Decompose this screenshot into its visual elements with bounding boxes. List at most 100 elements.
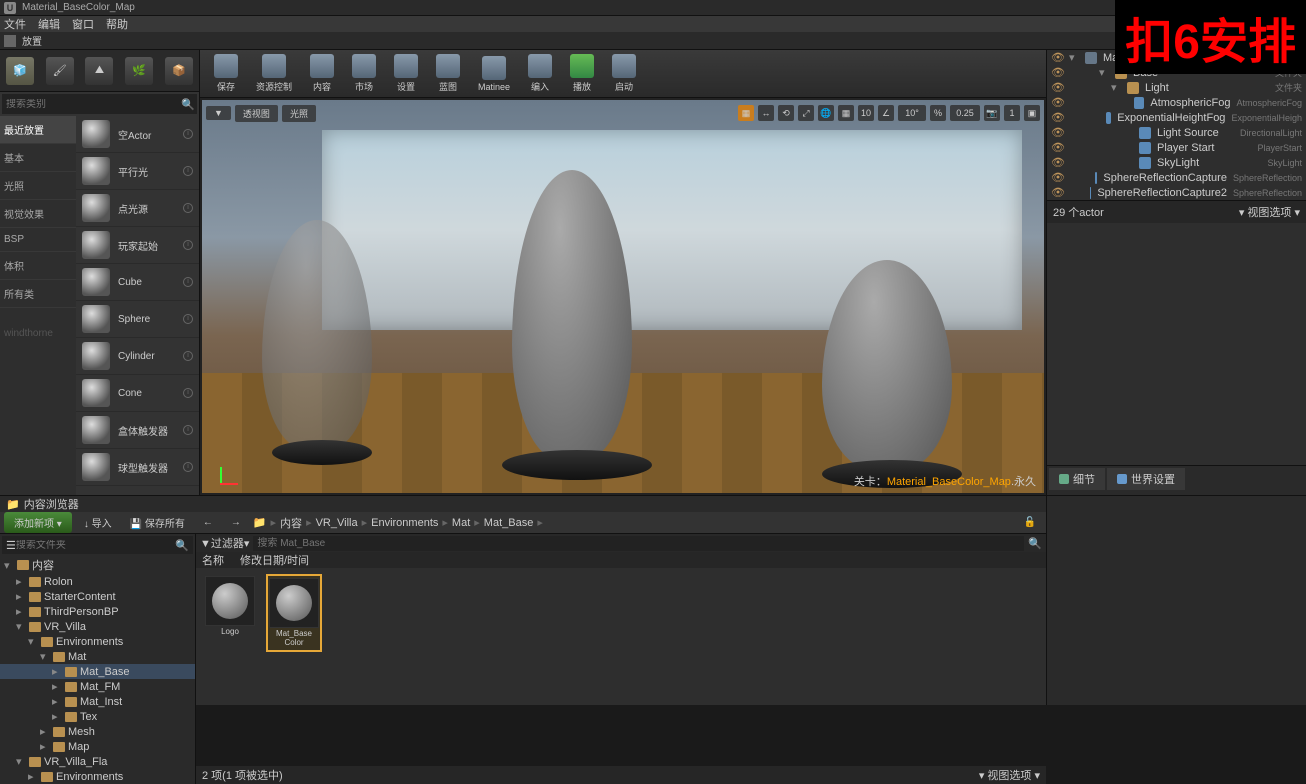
cb-forward-button[interactable]: →: [225, 514, 247, 531]
mode-place-icon[interactable]: 🧊: [6, 57, 34, 85]
tree-node[interactable]: ▸ThirdPersonBP: [0, 604, 195, 619]
cb-col-date[interactable]: 修改日期/时间: [240, 552, 309, 568]
asset-item[interactable]: Mat_Base Color: [266, 574, 322, 652]
cb-lock-icon[interactable]: 🔓: [1018, 514, 1042, 531]
crumb-item[interactable]: 内容: [280, 515, 302, 531]
vp-snap-angle-value[interactable]: 10°: [898, 105, 926, 121]
cat-volumes[interactable]: 体积: [0, 252, 76, 280]
menu-help[interactable]: 帮助: [106, 16, 128, 32]
cb-tab[interactable]: 📁 内容浏览器: [0, 496, 1046, 512]
cb-asset-search-input[interactable]: [253, 536, 1024, 551]
tree-node[interactable]: ▸Tex: [0, 709, 195, 724]
outliner-item[interactable]: 👁Light SourceDirectionalLight: [1047, 125, 1306, 140]
outliner-item[interactable]: 👁SphereReflectionCaptureSphereReflection: [1047, 170, 1306, 185]
toolbar-蓝图[interactable]: 蓝图: [428, 52, 468, 96]
tree-node[interactable]: ▸Mat_FM: [0, 679, 195, 694]
cb-tree-search-input[interactable]: [16, 540, 175, 551]
cb-col-name[interactable]: 名称: [202, 552, 224, 568]
tree-node[interactable]: ▸Rolon: [0, 574, 195, 589]
menu-edit[interactable]: 编辑: [38, 16, 60, 32]
info-icon[interactable]: i: [183, 351, 193, 361]
cat-visual[interactable]: 视觉效果: [0, 200, 76, 228]
tree-node[interactable]: ▸Mat_Base: [0, 664, 195, 679]
cat-basic[interactable]: 基本: [0, 144, 76, 172]
cb-add-button[interactable]: 添加新项 ▾: [4, 512, 72, 533]
visibility-icon[interactable]: 👁: [1051, 141, 1063, 154]
crumb-item[interactable]: VR_Villa: [316, 517, 358, 529]
place-mode-icon[interactable]: [4, 35, 16, 47]
place-item[interactable]: 空Actori: [76, 116, 199, 153]
place-item[interactable]: Spherei: [76, 301, 199, 338]
info-icon[interactable]: i: [183, 129, 193, 139]
viewport[interactable]: ▼ 透视图 光照 ▦ ↔ ⟲ ⤢ 🌐 ▦ 10 ∠ 10° % 0.25 📷 1…: [202, 100, 1044, 493]
cb-back-button[interactable]: ←: [197, 514, 219, 531]
place-item[interactable]: 盒体触发器i: [76, 412, 199, 449]
info-icon[interactable]: i: [183, 462, 193, 472]
cat-all[interactable]: 所有类: [0, 280, 76, 308]
tree-node[interactable]: ▸Mesh: [0, 724, 195, 739]
viewport-level-link[interactable]: Material_BaseColor_Map: [887, 476, 1011, 488]
toolbar-编入[interactable]: 编入: [520, 52, 560, 96]
info-icon[interactable]: i: [183, 277, 193, 287]
visibility-icon[interactable]: 👁: [1051, 171, 1063, 184]
visibility-icon[interactable]: 👁: [1051, 66, 1063, 79]
cb-tree-search[interactable]: ☰ 🔍: [2, 536, 193, 554]
cb-filter-button[interactable]: ▼过滤器▾: [200, 535, 249, 551]
cat-recent[interactable]: 最近放置: [0, 116, 76, 144]
vp-lit[interactable]: 光照: [282, 105, 316, 122]
place-search[interactable]: 🔍: [2, 94, 197, 114]
place-item[interactable]: Conei: [76, 375, 199, 412]
toolbar-设置[interactable]: 设置: [386, 52, 426, 96]
info-icon[interactable]: i: [183, 314, 193, 324]
info-icon[interactable]: i: [183, 166, 193, 176]
vp-snap-angle-icon[interactable]: ∠: [878, 105, 894, 121]
vp-snap-grid-icon[interactable]: ▦: [838, 105, 854, 121]
vp-camspeed-icon[interactable]: 📷: [984, 105, 1000, 121]
visibility-icon[interactable]: 👁: [1051, 81, 1063, 94]
tree-node[interactable]: ▾Mat: [0, 649, 195, 664]
info-icon[interactable]: i: [183, 240, 193, 250]
tree-node[interactable]: ▸StarterContent: [0, 589, 195, 604]
outliner-item[interactable]: 👁ExponentialHeightFogExponentialHeigh: [1047, 110, 1306, 125]
visibility-icon[interactable]: 👁: [1051, 111, 1063, 124]
outliner-item[interactable]: 👁▾Light文件夹: [1047, 80, 1306, 95]
vp-select-icon[interactable]: ▦: [738, 105, 754, 121]
menu-window[interactable]: 窗口: [72, 16, 94, 32]
toolbar-保存[interactable]: 保存: [206, 52, 246, 96]
place-item[interactable]: 球型触发器i: [76, 449, 199, 486]
vp-snap-scale-icon[interactable]: %: [930, 105, 946, 121]
asset-item[interactable]: Logo: [202, 574, 258, 639]
tab-details[interactable]: 细节: [1049, 468, 1105, 490]
visibility-icon[interactable]: 👁: [1051, 51, 1063, 64]
mode-landscape-icon[interactable]: ⛰: [85, 57, 113, 85]
vp-snap-grid-value[interactable]: 10: [858, 105, 874, 121]
place-item[interactable]: Cubei: [76, 264, 199, 301]
place-item[interactable]: 平行光i: [76, 153, 199, 190]
info-icon[interactable]: i: [183, 203, 193, 213]
info-icon[interactable]: i: [183, 425, 193, 435]
tree-node[interactable]: ▾VR_Villa: [0, 619, 195, 634]
cb-import-button[interactable]: ↓ 导入: [78, 512, 118, 533]
cat-lights[interactable]: 光照: [0, 172, 76, 200]
outliner-item[interactable]: 👁Player StartPlayerStart: [1047, 140, 1306, 155]
vp-translate-icon[interactable]: ↔: [758, 105, 774, 121]
crumb-item[interactable]: Mat_Base: [484, 517, 534, 529]
menu-file[interactable]: 文件: [4, 16, 26, 32]
tree-node[interactable]: ▾内容: [0, 556, 195, 574]
outliner-item[interactable]: 👁SphereReflectionCapture2SphereReflectio…: [1047, 185, 1306, 200]
toolbar-内容[interactable]: 内容: [302, 52, 342, 96]
toolbar-启动[interactable]: 启动: [604, 52, 644, 96]
place-search-input[interactable]: [6, 99, 181, 110]
info-icon[interactable]: i: [183, 388, 193, 398]
place-item[interactable]: 玩家起始i: [76, 227, 199, 264]
outliner-item[interactable]: 👁AtmosphericFogAtmosphericFog: [1047, 95, 1306, 110]
tab-world-settings[interactable]: 世界设置: [1107, 468, 1185, 490]
cat-bsp[interactable]: BSP: [0, 228, 76, 252]
crumb-item[interactable]: Mat: [452, 517, 470, 529]
mode-foliage-icon[interactable]: 🌿: [125, 57, 153, 85]
vp-coord-icon[interactable]: 🌐: [818, 105, 834, 121]
outliner-item[interactable]: 👁SkyLightSkyLight: [1047, 155, 1306, 170]
toolbar-市场[interactable]: 市场: [344, 52, 384, 96]
vp-snap-scale-value[interactable]: 0.25: [950, 105, 980, 121]
visibility-icon[interactable]: 👁: [1051, 156, 1063, 169]
